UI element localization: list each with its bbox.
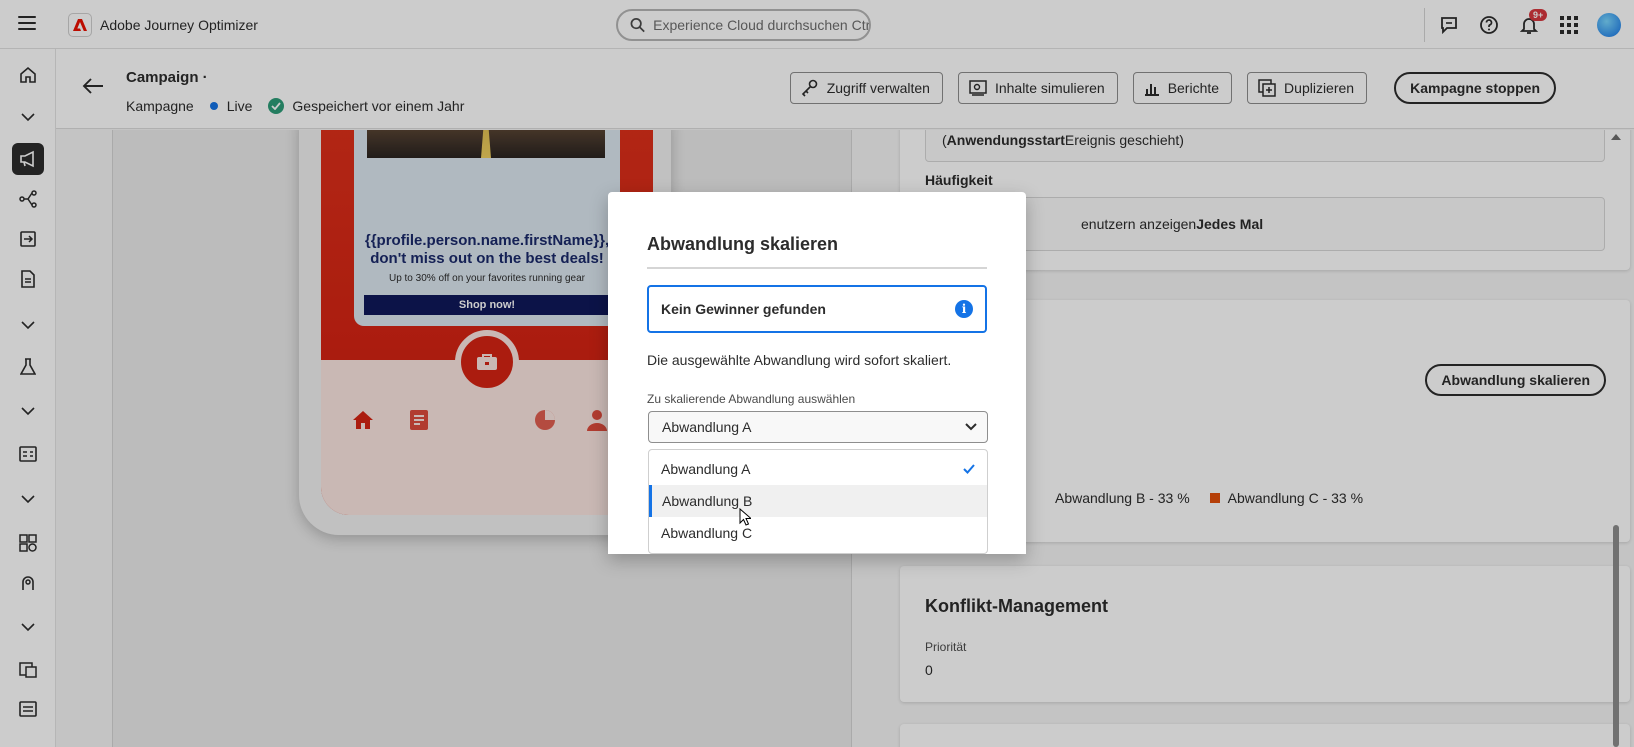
chevron-down-icon bbox=[965, 423, 977, 431]
scale-treatment-dialog: Abwandlung skalieren Kein Gewinner gefun… bbox=[608, 192, 1026, 554]
checkmark-icon bbox=[963, 464, 975, 474]
treatment-menu: Abwandlung A Abwandlung B Abwandlung C bbox=[648, 449, 988, 554]
picker-value: Abwandlung A bbox=[662, 419, 752, 435]
dialog-divider bbox=[647, 267, 987, 269]
menu-item-treatment-a[interactable]: Abwandlung A bbox=[649, 453, 987, 485]
dialog-title: Abwandlung skalieren bbox=[647, 234, 839, 254]
mouse-cursor-icon bbox=[739, 507, 753, 531]
menu-item-treatment-c[interactable]: Abwandlung C bbox=[649, 517, 987, 549]
treatment-picker[interactable]: Abwandlung A bbox=[648, 411, 988, 443]
info-icon[interactable]: i bbox=[955, 300, 973, 318]
no-winner-text: Kein Gewinner gefunden bbox=[661, 301, 826, 317]
dialog-description: Die ausgewählte Abwandlung wird sofort s… bbox=[647, 352, 952, 368]
treatment-field-label: Zu skalierende Abwandlung auswählen bbox=[647, 392, 856, 406]
menu-item-treatment-b[interactable]: Abwandlung B bbox=[649, 485, 987, 517]
no-winner-alert: Kein Gewinner gefunden i bbox=[647, 285, 987, 333]
